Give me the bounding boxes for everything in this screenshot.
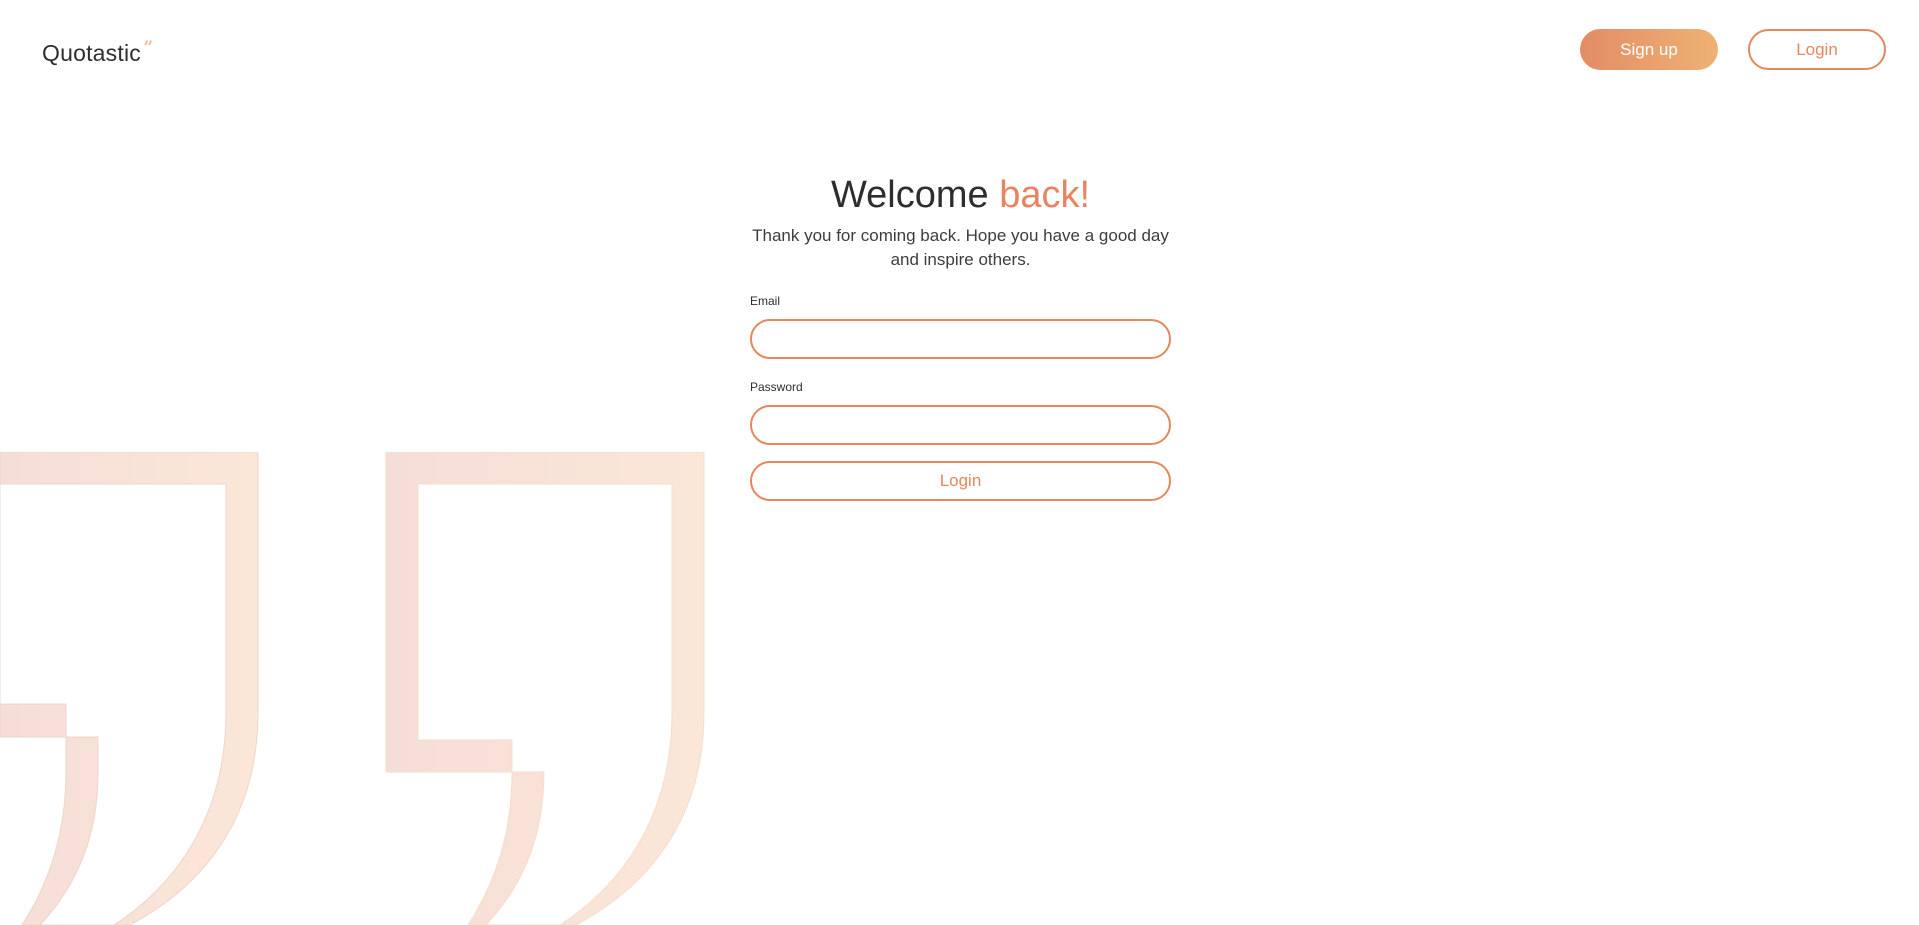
title-accent: back! [999, 174, 1091, 216]
login-form: Welcome back! Thank you for coming back.… [750, 170, 1171, 501]
header-login-button[interactable]: Login [1748, 29, 1886, 70]
login-page: Quotastic ” Sign up Login Welcome back! … [0, 0, 1919, 925]
email-label: Email [750, 294, 781, 308]
login-submit-button[interactable]: Login [750, 461, 1171, 501]
quote-mark-icon: ” [143, 36, 154, 60]
page-subtitle: Thank you for coming back. Hope you have… [752, 226, 1169, 269]
closing-quote-icon [0, 452, 705, 925]
logo-text[interactable]: Quotastic [42, 40, 141, 67]
password-label: Password [750, 380, 803, 394]
email-field[interactable] [750, 319, 1171, 359]
signup-button[interactable]: Sign up [1580, 29, 1718, 70]
password-field[interactable] [750, 405, 1171, 445]
page-title: Welcome back! [750, 170, 1171, 220]
title-prefix: Welcome [830, 174, 989, 216]
